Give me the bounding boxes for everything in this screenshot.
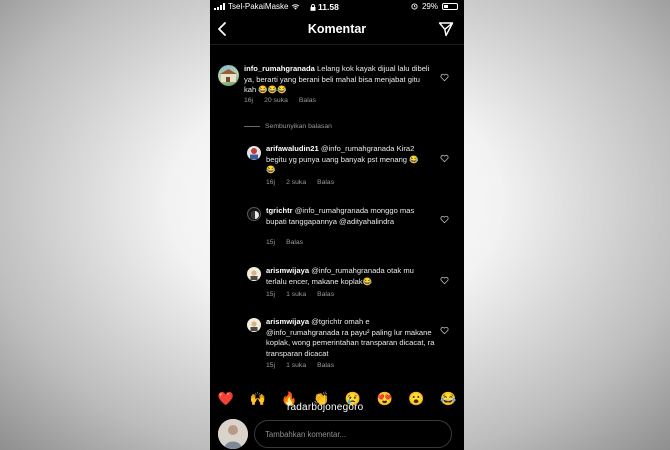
heart-icon[interactable] xyxy=(440,73,449,82)
direct-send-icon[interactable] xyxy=(438,21,454,37)
avatar[interactable] xyxy=(247,267,261,281)
comment-text: arismwijaya @info_rumahgranada otak mu t… xyxy=(266,266,426,287)
battery-icon xyxy=(442,3,458,10)
avatar-image xyxy=(250,321,258,331)
lock-icon xyxy=(310,3,316,11)
comment-age: 15j xyxy=(266,362,276,369)
like-count[interactable]: 1 suka xyxy=(286,291,306,298)
status-time: 11.58 xyxy=(310,2,339,12)
carrier-name: Tsel-PakaiMaske xyxy=(228,2,289,11)
avatar-image xyxy=(250,270,258,280)
add-comment-input[interactable] xyxy=(254,420,452,448)
divider xyxy=(244,126,260,127)
status-left: Tsel-PakaiMaske xyxy=(214,2,300,11)
comment-age: 15j xyxy=(266,291,276,298)
comment-username[interactable]: arismwijaya xyxy=(266,266,309,275)
emoji-raised-hands[interactable]: 🙌 xyxy=(250,391,266,407)
top-bar: Komentar xyxy=(210,14,464,45)
like-count[interactable]: 1 suka xyxy=(286,362,306,369)
comment-text: tgrichtr @info_rumahgranada monggo mas b… xyxy=(266,206,426,227)
like-count[interactable]: 20 suka xyxy=(264,97,288,104)
reply-button[interactable]: Balas xyxy=(286,239,303,246)
avatar xyxy=(218,419,248,449)
watermark: radarbojonegoro xyxy=(287,402,364,413)
comment-username[interactable]: info_rumahgranada xyxy=(244,64,315,73)
status-right: 29% xyxy=(411,2,458,11)
emoji-surprised[interactable]: 😮 xyxy=(408,391,424,407)
alarm-icon xyxy=(411,3,418,10)
comment-meta: 15j 1 suka Balas xyxy=(266,362,334,369)
instagram-comments-screen: Tsel-PakaiMaske 11.58 29% Komentar info_… xyxy=(210,0,464,450)
hide-replies-label: Sembunyikan balasan xyxy=(265,123,332,130)
signal-icon xyxy=(214,3,225,10)
battery-percent: 29% xyxy=(421,2,438,11)
like-count[interactable]: 2 suka xyxy=(286,179,306,186)
page-title: Komentar xyxy=(307,22,367,36)
reply-button[interactable]: Balas xyxy=(317,362,334,369)
avatar[interactable] xyxy=(247,146,261,160)
emoji-heart[interactable]: ❤️ xyxy=(218,391,234,407)
avatar-image xyxy=(251,211,259,219)
comment-age: 16j xyxy=(266,179,276,186)
comment-meta: 16j 20 suka Balas xyxy=(244,97,316,104)
avatar[interactable] xyxy=(247,207,261,221)
comment-meta: 16j 2 suka Balas xyxy=(266,179,334,186)
emoji-laughing[interactable]: 😂 xyxy=(440,391,456,407)
comment-meta: 15j Balas xyxy=(266,239,303,246)
comment-username[interactable]: tgrichtr xyxy=(266,206,293,215)
heart-icon[interactable] xyxy=(440,215,449,224)
comment-text: info_rumahgranada Lelang kok kayak dijua… xyxy=(244,64,430,96)
reply-button[interactable]: Balas xyxy=(317,291,334,298)
avatar-image xyxy=(250,148,258,160)
reply-button[interactable]: Balas xyxy=(317,179,334,186)
comment-text: arismwijaya @tgrichtr omah e @info_rumah… xyxy=(266,317,438,359)
heart-icon[interactable] xyxy=(440,326,449,335)
heart-icon[interactable] xyxy=(440,276,449,285)
wifi-icon xyxy=(292,4,300,10)
avatar-image xyxy=(218,419,248,449)
comment-age: 15j xyxy=(266,239,276,246)
comment-text: arifawaludin21 @info_rumahgranada Kira2 … xyxy=(266,144,426,176)
hide-replies-toggle[interactable]: Sembunyikan balasan xyxy=(244,123,332,130)
comment-meta: 15j 1 suka Balas xyxy=(266,291,334,298)
comment-age: 16j xyxy=(244,97,254,104)
avatar[interactable] xyxy=(247,318,261,332)
status-bar: Tsel-PakaiMaske 11.58 29% xyxy=(210,0,464,14)
clock: 11.58 xyxy=(318,2,339,12)
avatar-image xyxy=(220,69,237,82)
comment-username[interactable]: arismwijaya xyxy=(266,317,309,326)
avatar[interactable] xyxy=(218,65,239,86)
comment-composer xyxy=(210,416,464,450)
comment-username[interactable]: arifawaludin21 xyxy=(266,144,319,153)
heart-icon[interactable] xyxy=(440,154,449,163)
reply-button[interactable]: Balas xyxy=(299,97,316,104)
emoji-heart-eyes[interactable]: 😍 xyxy=(377,391,393,407)
